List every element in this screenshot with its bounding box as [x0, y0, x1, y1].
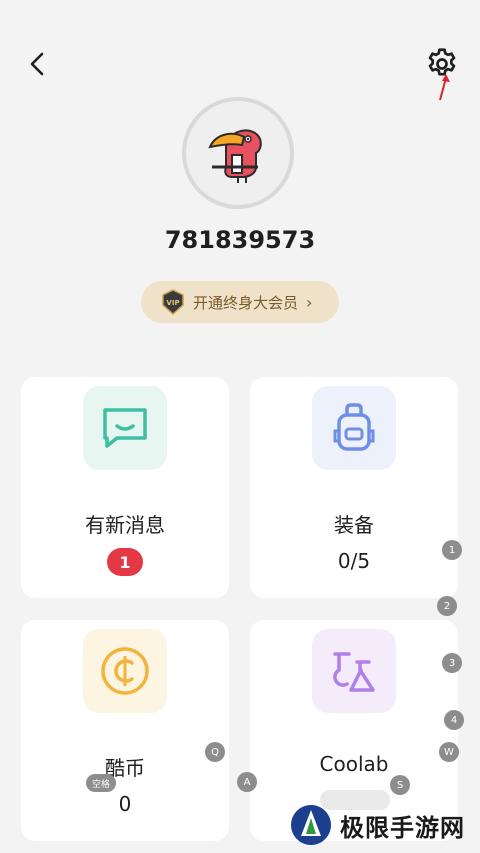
- coin-icon: [101, 647, 149, 695]
- messages-tile: [83, 386, 167, 470]
- key-hint-s: S: [390, 775, 410, 795]
- red-arrow-annotation: [439, 74, 450, 101]
- coins-title: 酷币: [105, 756, 145, 780]
- watermark-logo-icon: [291, 805, 331, 845]
- backpack-icon: [333, 403, 375, 451]
- coins-value: 0: [118, 792, 132, 816]
- key-hint-4: 4: [444, 710, 464, 730]
- flask-icon: [333, 652, 375, 692]
- key-hint-w: W: [439, 742, 459, 762]
- chat-bubble-icon: [103, 408, 147, 448]
- key-hint-a: A: [237, 772, 257, 792]
- equipment-card[interactable]: 装备 0/5: [250, 377, 458, 598]
- vip-shield-icon: VIP: [162, 289, 184, 315]
- messages-card[interactable]: 有新消息 1: [21, 377, 229, 598]
- key-hint-2: 2: [437, 596, 457, 616]
- back-button[interactable]: [22, 48, 54, 80]
- key-hint-3: 3: [442, 653, 462, 673]
- username: 781839573: [164, 226, 316, 254]
- chevron-right-icon: ›: [306, 292, 313, 312]
- equipment-title: 装备: [334, 513, 374, 537]
- avatar[interactable]: [182, 97, 294, 209]
- messages-title: 有新消息: [85, 513, 165, 537]
- key-hint-space: 空格: [86, 774, 117, 792]
- key-hint-q: Q: [205, 742, 225, 762]
- vip-button[interactable]: VIP 开通终身大会员 ›: [141, 281, 339, 323]
- equipment-tile: [312, 386, 396, 470]
- watermark-text: 极限手游网: [340, 813, 465, 842]
- key-hint-1: 1: [442, 540, 462, 560]
- vip-badge-text: VIP: [166, 299, 179, 307]
- messages-count-badge: 1: [107, 548, 143, 576]
- coolab-tile: [312, 629, 396, 713]
- watermark: 极限手游网: [288, 800, 474, 850]
- vip-label: 开通终身大会员: [193, 293, 299, 312]
- coins-tile: [83, 629, 167, 713]
- coolab-title: Coolab: [319, 752, 389, 776]
- chevron-left-icon: [30, 52, 44, 76]
- coins-card[interactable]: 酷币 0: [21, 620, 229, 841]
- toucan-icon: [208, 129, 262, 183]
- equipment-value: 0/5: [337, 549, 371, 573]
